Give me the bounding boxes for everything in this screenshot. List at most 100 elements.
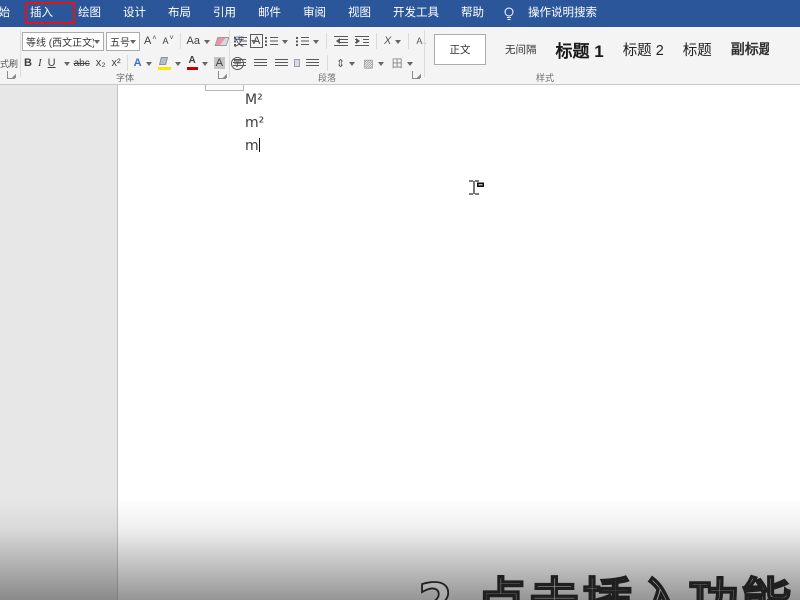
grow-font-button[interactable]: A˄ [142, 32, 158, 50]
divider [180, 33, 181, 49]
divider [408, 33, 409, 49]
align-left-button[interactable] [231, 54, 248, 72]
divider [327, 55, 328, 71]
multilevel-list-button[interactable] [293, 32, 321, 50]
tab-insert[interactable]: 插入 [16, 0, 67, 27]
paragraph-group: X A↓ ¶ ⇕ ▨ 田 段落 [231, 27, 423, 84]
font-name-combobox[interactable]: 等线 (西文正文) [22, 32, 104, 51]
group-divider [229, 30, 230, 77]
font-size-combobox[interactable]: 五号 [106, 32, 140, 51]
word-window: 开始 插入 绘图 设计 布局 引用 邮件 审阅 视图 开发工具 帮助 操作说明搜… [0, 0, 800, 600]
chevron-down-icon [202, 62, 208, 69]
tab-references[interactable]: 引用 [202, 0, 247, 27]
align-right-button[interactable] [273, 54, 290, 72]
align-left-icon [233, 59, 246, 68]
chevron-down-icon [130, 40, 136, 47]
chevron-down-icon [204, 40, 210, 47]
tab-review[interactable]: 审阅 [292, 0, 337, 27]
align-center-button[interactable] [252, 54, 269, 72]
font-color-icon: A [187, 56, 198, 70]
ribbon-tab-bar: 开始 插入 绘图 设计 布局 引用 邮件 审阅 视图 开发工具 帮助 操作说明搜… [0, 0, 800, 27]
numbering-button[interactable] [262, 32, 290, 50]
subscript-button[interactable]: x₂ [94, 54, 108, 72]
decrease-indent-button[interactable] [332, 32, 350, 50]
increase-indent-button[interactable] [353, 32, 371, 50]
tab-help[interactable]: 帮助 [450, 0, 495, 27]
align-right-icon [275, 59, 288, 68]
style-subtitle[interactable]: 副标题 [731, 39, 769, 59]
chevron-down-icon [407, 62, 413, 69]
divider [326, 33, 327, 49]
superscript-button[interactable]: x² [109, 54, 122, 72]
text-effects-button[interactable]: A [132, 54, 154, 72]
style-normal[interactable]: 正文 [434, 34, 486, 65]
highlighter-pen-icon [158, 57, 171, 70]
text-line-2: m² [245, 112, 264, 135]
text-line-3: m [245, 135, 264, 158]
tab-layout[interactable]: 布局 [157, 0, 202, 27]
ibeam-mouse-cursor [466, 179, 486, 202]
character-shading-button[interactable]: A [212, 54, 227, 72]
page-margin-marker[interactable] [205, 85, 244, 91]
chevron-down-icon [395, 40, 401, 47]
underline-button[interactable]: U [46, 54, 58, 72]
justify-button-selected[interactable] [294, 59, 300, 67]
document-page[interactable]: M² m² m [117, 85, 800, 600]
tab-developer[interactable]: 开发工具 [382, 0, 450, 27]
font-name-value: 等线 (西文正文) [26, 34, 94, 49]
text-insertion-caret [259, 138, 260, 152]
asian-layout-button[interactable]: X [382, 32, 403, 50]
styles-group-label: 样式 [536, 71, 554, 84]
tab-design[interactable]: 设计 [112, 0, 157, 27]
eraser-icon [215, 37, 230, 46]
character-shading-icon: A [214, 57, 225, 69]
paragraph-dialog-launcher-icon[interactable] [412, 71, 420, 79]
borders-button[interactable]: 田 [390, 54, 415, 72]
chevron-down-icon [378, 62, 384, 69]
bold-button[interactable]: B [22, 54, 34, 72]
tab-home[interactable]: 开始 [0, 0, 16, 27]
format-painter-label-fragment[interactable]: 式刷 [0, 57, 18, 70]
distribute-icon [306, 59, 319, 68]
highlight-color-button[interactable] [156, 54, 183, 72]
document-text[interactable]: M² m² m [245, 89, 264, 158]
style-title[interactable]: 标题 [683, 39, 712, 60]
tell-me-search[interactable]: 操作说明搜索 [517, 0, 608, 27]
strikethrough-button[interactable]: abc [72, 54, 92, 72]
clear-formatting-button[interactable] [214, 32, 230, 50]
shading-button[interactable]: ▨ [361, 54, 385, 72]
tab-view[interactable]: 视图 [337, 0, 382, 27]
font-group-label: 字体 [22, 71, 228, 84]
shrink-font-button[interactable]: A˅ [160, 32, 175, 50]
style-heading-2[interactable]: 标题 2 [623, 39, 664, 60]
font-group: 等线 (西文正文) 五号 A˄ A˅ Aa wén文 A B I [22, 27, 228, 84]
chevron-down-icon [282, 40, 288, 47]
divider [376, 33, 377, 49]
chevron-down-icon [146, 62, 152, 69]
multilevel-list-icon [295, 36, 309, 46]
chevron-down-icon [313, 40, 319, 47]
font-size-value: 五号 [110, 34, 130, 49]
home-ribbon: 式刷 等线 (西文正文) 五号 A˄ A˅ Aa w [0, 27, 800, 85]
grow-arrow-icon: ˄ [152, 35, 156, 42]
italic-button[interactable]: I [36, 54, 44, 72]
chevron-down-icon [251, 40, 257, 47]
lightbulb-icon [501, 0, 517, 27]
tab-draw[interactable]: 绘图 [67, 0, 112, 27]
style-heading-1[interactable]: 标题 1 [556, 37, 604, 62]
bullets-button[interactable] [231, 32, 259, 50]
clipboard-dialog-launcher-icon[interactable] [7, 71, 15, 79]
clipboard-group: 式刷 [0, 27, 20, 84]
chevron-down-icon[interactable] [64, 62, 70, 69]
font-dialog-launcher-icon[interactable] [218, 71, 226, 79]
align-center-icon [254, 59, 267, 68]
distribute-button[interactable] [304, 54, 321, 72]
chevron-down-icon [349, 62, 355, 69]
paragraph-group-label: 段落 [231, 71, 423, 84]
font-color-button[interactable]: A [185, 54, 210, 72]
tab-mailings[interactable]: 邮件 [247, 0, 292, 27]
style-no-spacing[interactable]: 无间隔 [505, 42, 537, 57]
line-spacing-button[interactable]: ⇕ [334, 54, 357, 72]
numbered-list-icon [264, 36, 278, 46]
change-case-button[interactable]: Aa [185, 32, 212, 50]
